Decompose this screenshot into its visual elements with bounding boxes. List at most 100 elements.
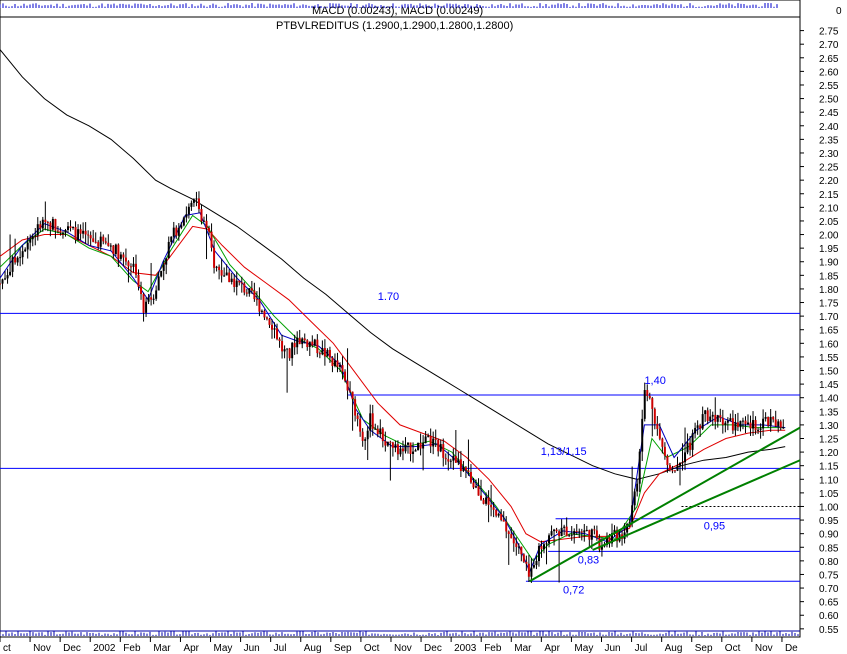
price-candle-168	[422, 443, 425, 449]
price-candle-118	[296, 337, 299, 348]
price-candle-257	[646, 390, 649, 396]
price-candle-130	[326, 349, 329, 357]
y-tick-label-20: 1.75	[819, 299, 839, 310]
price-candle-163	[409, 442, 412, 455]
price-candle-308	[774, 419, 777, 427]
price-candle-112	[281, 340, 284, 352]
price-candle-33	[82, 230, 85, 234]
price-candle-83	[208, 227, 211, 232]
price-candle-34	[84, 230, 87, 235]
level-label-1: 1,40	[644, 375, 665, 387]
price-candle-190	[477, 486, 480, 496]
price-candle-51	[127, 261, 130, 267]
price-candle-216	[543, 544, 545, 550]
price-candle-156	[391, 442, 394, 448]
price-candle-158	[396, 444, 399, 455]
price-candle-55	[137, 274, 140, 287]
price-candle-186	[467, 470, 470, 472]
price-candle-179	[449, 460, 452, 462]
price-candle-279	[701, 414, 704, 429]
y-tick-label-22: 1.65	[819, 326, 839, 337]
price-candle-80	[200, 209, 203, 222]
price-candle-19	[46, 222, 49, 224]
price-candle-271	[681, 462, 684, 464]
price-candle-217	[545, 543, 548, 545]
price-candle-116	[291, 342, 294, 359]
price-candle-63	[157, 276, 160, 291]
price-candle-148	[371, 413, 374, 429]
level-label-3: 0,95	[704, 521, 725, 533]
price-candle-159	[399, 448, 402, 455]
price-candle-46	[114, 244, 117, 255]
price-candle-84	[210, 231, 213, 248]
price-candle-214	[537, 546, 540, 562]
y-tick-label-43: 0.60	[819, 611, 839, 622]
price-candle-302	[759, 428, 762, 430]
y-tick-label-7: 2.40	[819, 122, 839, 133]
price-candle-165	[414, 450, 417, 452]
price-candle-283	[711, 414, 714, 417]
price-candle-280	[704, 410, 707, 415]
x-tick-label-8: Jun	[244, 643, 260, 654]
x-tick-label-14: Dec	[424, 643, 442, 654]
price-candle-273	[686, 442, 689, 453]
price-candle-160	[401, 448, 404, 452]
price-candle-49	[122, 254, 125, 258]
price-candle-73	[182, 217, 185, 226]
price-candle-170	[427, 435, 430, 437]
price-candle-85	[213, 247, 216, 268]
price-candle-259	[651, 398, 654, 409]
price-candle-107	[268, 318, 271, 325]
price-candle-31	[77, 229, 80, 240]
price-candle-134	[336, 360, 339, 367]
price-candle-294	[739, 420, 742, 428]
y-tick-label-31: 1.20	[819, 448, 839, 459]
y-tick-label-9: 2.30	[819, 149, 839, 160]
price-candle-62	[155, 290, 158, 299]
price-candle-154	[386, 441, 389, 446]
price-candle-36	[89, 235, 92, 239]
price-candle-166	[417, 442, 420, 451]
price-candle-108	[271, 324, 273, 330]
price-candle-64	[160, 270, 163, 277]
price-candle-6	[14, 257, 17, 263]
price-candle-8	[19, 257, 22, 259]
price-candle-204	[512, 538, 515, 544]
price-candle-101	[253, 290, 256, 300]
x-tick-label-7: May	[214, 643, 233, 654]
price-candle-266	[668, 465, 671, 471]
price-candle-126	[316, 339, 319, 354]
price-candle-18	[44, 219, 47, 223]
price-candle-139	[349, 390, 352, 392]
y-tick-label-29: 1.30	[819, 421, 839, 432]
price-candle-136	[341, 365, 344, 372]
price-candle-251	[631, 505, 634, 523]
price-candle-5	[11, 257, 14, 272]
price-candle-228	[573, 531, 576, 535]
price-candle-37	[92, 238, 95, 242]
price-candle-229	[575, 531, 578, 533]
price-candle-70	[175, 227, 178, 236]
price-candle-125	[313, 339, 316, 346]
price-candle-60	[150, 297, 153, 300]
y-tick-label-16: 1.95	[819, 244, 839, 255]
price-candle-176	[442, 444, 445, 458]
price-candle-50	[124, 257, 127, 262]
price-candle-183	[459, 459, 462, 472]
price-candle-222	[558, 531, 561, 537]
price-candle-123	[308, 341, 311, 348]
x-tick-label-9: Jul	[274, 643, 287, 654]
price-candle-197	[495, 509, 498, 516]
price-candle-59	[147, 297, 150, 302]
price-candle-299	[752, 420, 755, 429]
price-candle-144	[361, 431, 364, 441]
price-candle-211	[530, 567, 533, 577]
price-candle-210	[527, 563, 530, 577]
y-tick-label-34: 1.05	[819, 489, 839, 500]
macd-label: MACD (0.00243), MACD (0.00249)	[312, 5, 483, 17]
price-candle-290	[729, 418, 732, 421]
price-candle-115	[288, 348, 291, 359]
y-tick-label-24: 1.55	[819, 353, 839, 364]
x-tick-label-3: 2002	[93, 643, 116, 654]
price-candle-91	[228, 272, 231, 283]
